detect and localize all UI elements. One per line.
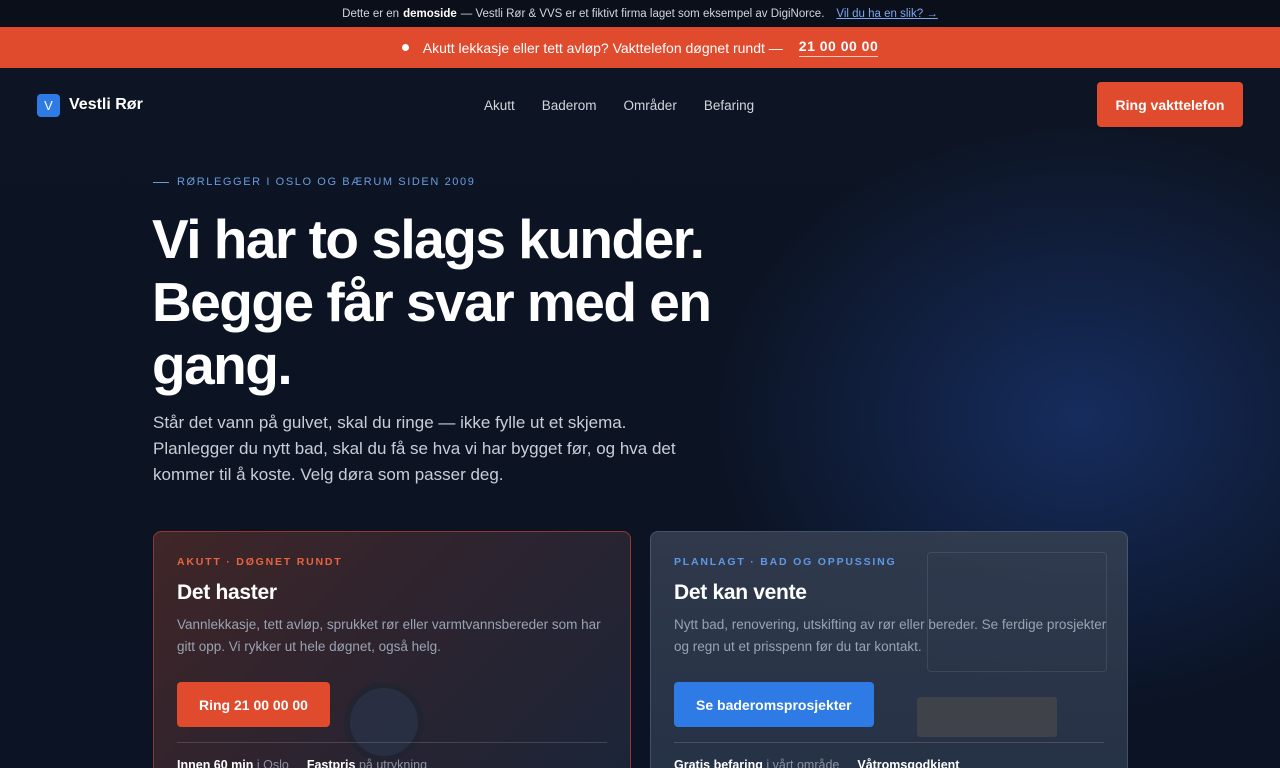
emergency-alert-bar: Akutt lekkasje eller tett avløp? Vakttel…	[0, 27, 1280, 68]
wristwatch-photo-decoration	[344, 682, 424, 762]
nav-link-omrader[interactable]: Områder	[624, 98, 677, 113]
hero-lead: Står det vann på gulvet, skal du ringe —…	[153, 413, 676, 484]
eyebrow-dash	[153, 181, 169, 183]
logo-text: Vestli Rør	[69, 96, 143, 113]
demo-contact-link[interactable]: Vil du ha en slik? →	[836, 8, 937, 20]
call-emergency-button[interactable]: Ring vakttelefon	[1097, 82, 1243, 127]
nav-link-akutt[interactable]: Akutt	[484, 98, 515, 113]
alert-dot-icon	[401, 44, 409, 51]
hero-headline: Vi har to slags kunder. Begge får svar m…	[152, 208, 712, 396]
logo-mark-icon: V	[37, 93, 60, 117]
main-navigation: V Vestli Rør Akutt Baderom Områder Befar…	[0, 68, 1280, 142]
card-planned-footer: Gratis befaring i vårt område Våtromsgod…	[674, 758, 959, 768]
alert-phone-link[interactable]: 21 00 00 00	[798, 38, 879, 57]
demo-notice-bar: Dette er en demoside — Vestli Rør & VVS …	[0, 0, 1280, 27]
card-divider	[674, 742, 1104, 743]
hero-section: V Vestli Rør Akutt Baderom Områder Befar…	[0, 68, 1280, 768]
demo-notice-bold: demoside	[403, 7, 457, 20]
nav-links: Akutt Baderom Områder Befaring	[484, 68, 754, 142]
card-foot-item: Gratis befaring i vårt område	[674, 758, 840, 768]
card-urgent-footer: Innen 60 min i Oslo Fastpris på utryknin…	[177, 758, 427, 768]
card-foot-item: Innen 60 min i Oslo	[177, 758, 289, 768]
site-logo[interactable]: V Vestli Rør	[37, 93, 143, 117]
hero-eyebrow-text: RØRLEGGER I OSLO OG BÆRUM SIDEN 2009	[177, 176, 476, 188]
bathroom-cabinet-decoration	[917, 697, 1057, 737]
card-urgent-text: Vannlekkasje, tett avløp, sprukket rør e…	[177, 617, 601, 654]
nav-link-befaring[interactable]: Befaring	[704, 98, 754, 113]
call-phone-button[interactable]: Ring 21 00 00 00	[177, 682, 330, 727]
card-foot-item: Fastpris på utrykning	[306, 758, 428, 768]
bathroom-projects-button[interactable]: Se baderomsprosjekter	[674, 682, 874, 727]
bathroom-mirror-decoration	[927, 552, 1107, 672]
demo-notice-suffix: — Vestli Rør & VVS er et fiktivt firma l…	[460, 7, 825, 20]
hero-eyebrow: RØRLEGGER I OSLO OG BÆRUM SIDEN 2009	[153, 176, 475, 188]
card-foot-item: Våtromsgodkjent	[857, 758, 960, 768]
nav-link-baderom[interactable]: Baderom	[542, 98, 597, 113]
card-urgent-title: Det haster	[177, 581, 277, 604]
alert-text: Akutt lekkasje eller tett avløp? Vakttel…	[422, 39, 783, 56]
demo-notice-prefix: Dette er en	[342, 7, 400, 20]
card-urgent-kicker: AKUTT · DØGNET RUNDT	[177, 556, 343, 568]
card-divider	[177, 742, 607, 743]
card-planned: PLANLAGT · BAD OG OPPUSSING Det kan vent…	[650, 531, 1128, 768]
card-urgent: AKUTT · DØGNET RUNDT Det haster Vannlekk…	[153, 531, 631, 768]
